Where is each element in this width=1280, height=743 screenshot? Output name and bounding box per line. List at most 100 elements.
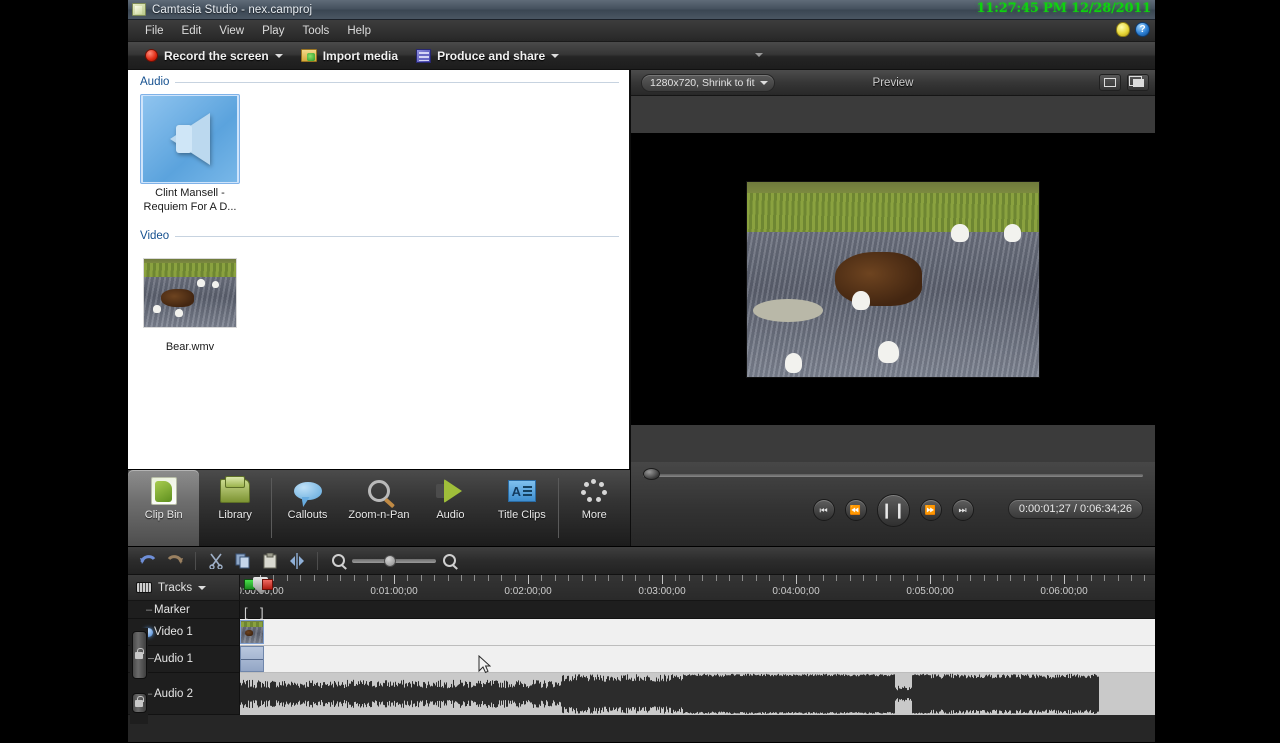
audio2-track-content[interactable]	[240, 673, 1155, 715]
tab-callouts[interactable]: Callouts	[272, 470, 343, 546]
tab-clip-bin[interactable]: Clip Bin	[128, 470, 200, 546]
preview-scrubber[interactable]	[643, 467, 1143, 480]
undo-icon[interactable]	[136, 550, 160, 572]
marker-track-content[interactable]: [ ]	[240, 601, 1155, 619]
timeline-panel: Tracks 0:00:00;000:01:00;000:02:00;000:0…	[128, 546, 1155, 742]
preview-dimension-select[interactable]: 1280x720, Shrink to fit	[641, 73, 776, 92]
menu-item-tools[interactable]: Tools	[293, 23, 338, 39]
zoom-slider-handle[interactable]	[384, 554, 396, 567]
tab-zoom-n-pan[interactable]: Zoom-n-Pan	[343, 470, 414, 546]
main-toolbar: Record the screen Import media Produce a…	[128, 42, 1155, 70]
bear-river-scene	[241, 621, 263, 643]
fit-to-window-icon[interactable]	[1099, 74, 1121, 91]
import-media-button[interactable]: Import media	[292, 47, 407, 65]
preview-pane: 1280x720, Shrink to fit Preview ⏮ ⏪ ❙❙ ⏩…	[630, 70, 1155, 546]
ruler-tick-minor	[286, 575, 288, 581]
ruler-tick-minor	[769, 575, 771, 581]
clip-bin-scroll-area[interactable]: Audio Clint Mansell - Requiem For A D...	[128, 70, 630, 469]
ruler-tick-minor	[688, 575, 690, 581]
chevron-down-icon	[760, 80, 769, 85]
zoom-out-icon[interactable]	[332, 554, 345, 567]
timeline-clip-video[interactable]	[240, 620, 264, 644]
help-icon[interactable]: ?	[1135, 22, 1150, 37]
split-icon[interactable]	[285, 550, 309, 572]
redo-icon[interactable]	[163, 550, 187, 572]
lock-icon[interactable]	[131, 631, 147, 679]
tab-label: Zoom-n-Pan	[348, 509, 410, 521]
menu-item-file[interactable]: File	[136, 23, 173, 39]
tree-branch-icon	[147, 646, 154, 659]
cut-icon[interactable]	[204, 550, 228, 572]
ruler-tick-minor	[822, 575, 824, 581]
ruler-tick-minor	[889, 575, 891, 581]
speaker-glyph-icon	[170, 113, 210, 165]
menu-item-play[interactable]: Play	[253, 23, 293, 39]
ruler-tick-minor	[983, 575, 985, 581]
chevron-down-icon[interactable]	[198, 585, 207, 590]
timeline-ruler-row: Tracks 0:00:00;000:01:00;000:02:00;000:0…	[128, 575, 1155, 601]
record-the-screen-button[interactable]: Record the screen	[136, 47, 292, 65]
clip-bin-group-audio-header: Audio	[128, 70, 629, 90]
ruler-tick-minor	[554, 575, 556, 581]
produce-chevron-down-icon[interactable]	[551, 53, 560, 58]
track-label: Audio 2	[154, 687, 194, 700]
ruler-tick-major	[796, 575, 797, 584]
video-file-thumbnail	[143, 258, 237, 328]
audio2-lock-column	[130, 682, 148, 724]
produce-icon	[416, 48, 432, 63]
tab-label: Audio	[436, 509, 465, 521]
ruler-tick-minor	[1104, 575, 1106, 581]
zoom-in-icon[interactable]	[443, 554, 456, 567]
record-chevron-down-icon[interactable]	[274, 53, 283, 58]
ruler-tick-major	[662, 575, 663, 584]
pause-icon[interactable]: ❙❙	[876, 493, 910, 527]
menu-item-help[interactable]: Help	[338, 23, 380, 39]
track-label: Video 1	[154, 626, 193, 638]
rewind-icon[interactable]: ⏪	[844, 499, 867, 521]
lightbulb-icon[interactable]	[1116, 22, 1130, 37]
ruler-tick-minor	[608, 575, 610, 581]
camtasia-app-icon	[132, 3, 146, 16]
clip-bin-item-audio[interactable]: Clint Mansell - Requiem For A D...	[140, 94, 240, 214]
ruler-tick-minor	[755, 575, 757, 581]
transport-controls: ⏮ ⏪ ❙❙ ⏩ ⏭ 0:00:01;27 / 0:06:34;26	[631, 488, 1155, 532]
timeline-tracks: – Marker [ ] Video 1 Audio 1 – Audio 2	[128, 601, 1155, 743]
ruler-tick-minor	[715, 575, 717, 581]
clip-bin-item-label: Clint Mansell - Requiem For A D...	[143, 187, 237, 213]
ruler-tick-minor	[514, 575, 516, 581]
timeline-clip-audio1[interactable]	[240, 646, 264, 672]
tab-title-clips[interactable]: A Title Clips	[486, 470, 557, 546]
track-name-marker[interactable]: – Marker	[128, 601, 240, 619]
preview-canvas[interactable]	[631, 133, 1155, 425]
timeline-toolbar	[128, 547, 1155, 575]
skip-previous-icon[interactable]: ⏮	[812, 499, 835, 521]
menu-item-view[interactable]: View	[210, 23, 253, 39]
timeline-ruler[interactable]: 0:00:00;000:01:00;000:02:00;000:03:00;00…	[240, 575, 1155, 600]
menu-item-edit[interactable]: Edit	[173, 23, 211, 39]
tab-library[interactable]: Library	[199, 470, 270, 546]
produce-and-share-button[interactable]: Produce and share	[407, 47, 568, 65]
tab-label: Title Clips	[497, 509, 546, 521]
ruler-tick-minor	[447, 575, 449, 581]
tab-more[interactable]: More	[559, 470, 630, 546]
audio1-track-content[interactable]	[240, 646, 1155, 673]
tab-audio[interactable]: Audio	[415, 470, 486, 546]
copy-icon[interactable]	[231, 550, 255, 572]
ruler-tick-major	[528, 575, 529, 584]
skip-next-icon[interactable]: ⏭	[951, 499, 974, 521]
clip-bin-item-video[interactable]: Bear.wmv	[140, 248, 240, 354]
ruler-label: 0:05:00;00	[906, 586, 954, 597]
detach-preview-icon[interactable]	[1127, 74, 1149, 91]
ruler-tick-minor	[863, 575, 864, 581]
video1-track-content[interactable]	[240, 619, 1155, 646]
tracks-button[interactable]: Tracks	[128, 575, 240, 600]
toolbar-overflow-icon[interactable]	[755, 53, 763, 57]
scrubber-handle[interactable]	[643, 467, 660, 480]
fast-forward-icon[interactable]: ⏩	[919, 499, 942, 521]
ruler-tick-minor	[702, 575, 704, 581]
lock-icon[interactable]	[131, 693, 147, 713]
preview-video-frame	[746, 180, 1040, 378]
timeline-zoom-slider[interactable]	[352, 554, 436, 567]
paste-icon[interactable]	[258, 550, 282, 572]
out-point-marker[interactable]	[262, 579, 273, 590]
